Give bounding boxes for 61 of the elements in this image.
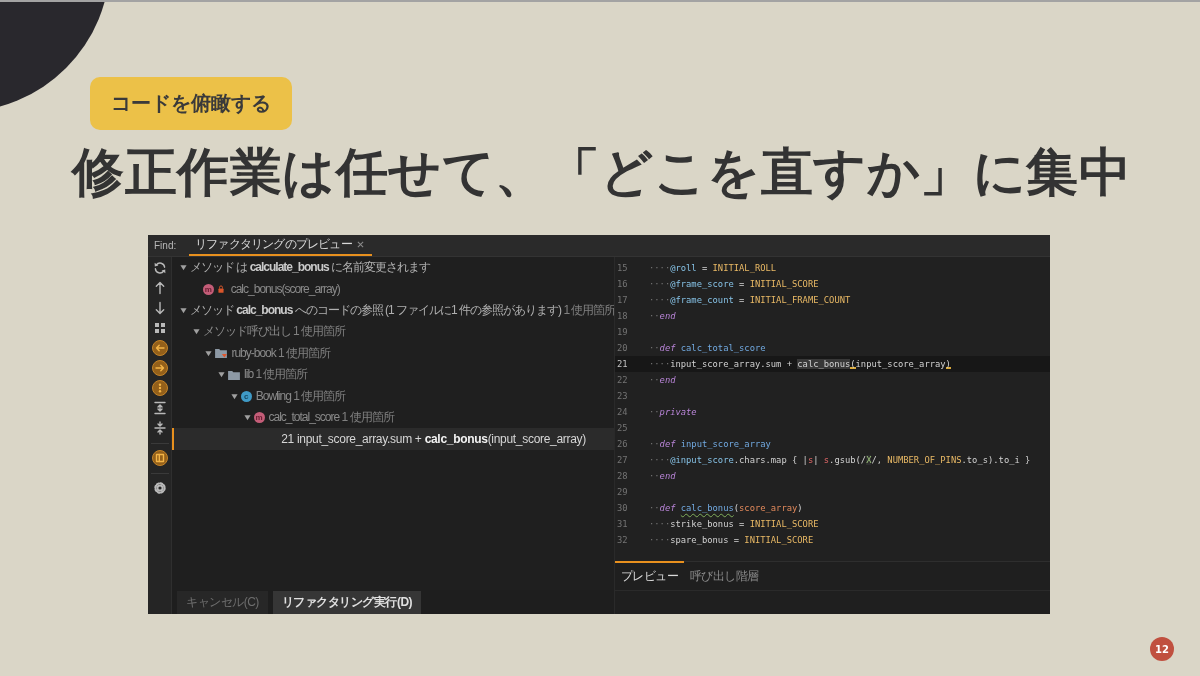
section-label: コードを俯瞰する (90, 77, 292, 130)
disclosure-triangle-icon[interactable] (192, 328, 200, 336)
code-line: ··def calc_bonus(score_array) (649, 503, 803, 513)
tree-item[interactable]: lib 1 使用箇所 (172, 363, 614, 386)
find-label: Find: (153, 239, 178, 253)
code-line: ····@roll = INITIAL_ROLL (649, 263, 777, 273)
page-number: 12 (1150, 637, 1174, 661)
tree-item[interactable]: m calc_bonus(score_array) (172, 278, 614, 300)
code-line: ····spare_bonus = INITIAL_SCORE (649, 535, 814, 545)
line-number: 17 (616, 295, 629, 305)
disclosure-triangle-icon[interactable] (180, 264, 187, 272)
line-number: 31 (616, 519, 629, 529)
code-line: ··def input_score_array (649, 439, 771, 449)
code-line: ····@frame_count = INITIAL_FRAME_COUNT (649, 295, 851, 305)
line-number: 21 (616, 359, 629, 369)
code-line: ··private (649, 407, 697, 417)
line-number: 29 (616, 487, 629, 497)
tree-item[interactable]: メソッド calc_bonus へのコードの参照 (1 ファイルに1 件の参照があります) 1 使用箇所 (172, 299, 614, 322)
code-line: ····@frame_score = INITIAL_SCORE (649, 279, 819, 289)
method-badge: m (202, 283, 214, 295)
disclosure-triangle-icon[interactable] (243, 413, 251, 421)
tree-item[interactable]: m calc_total_score 1 使用箇所 (172, 406, 614, 429)
code-line: ··end (649, 375, 676, 385)
line-number: 18 (616, 311, 629, 321)
code-line: ····strike_bonus = INITIAL_SCORE (649, 519, 819, 529)
code-line: ··def calc_total_score (649, 343, 766, 353)
disclosure-triangle-icon[interactable] (218, 371, 226, 379)
class-badge: c (240, 390, 252, 402)
line-number: 32 (616, 535, 629, 545)
tree-item[interactable]: メソッド呼び出し 1 使用箇所 (172, 321, 614, 343)
refactor-button[interactable]: リファクタリング実行(D) (273, 591, 421, 614)
folder-icon (215, 348, 228, 359)
code-line: ··end (649, 471, 676, 481)
line-number: 26 (616, 439, 629, 449)
tree-item[interactable]: 21 input_score_array.sum + calc_bonus(input_score_array) (172, 428, 614, 450)
code-line: ··end (649, 311, 676, 321)
line-number: 22 (616, 375, 629, 385)
line-number: 23 (616, 391, 629, 401)
line-number: 24 (616, 407, 629, 417)
line-number: 30 (616, 503, 629, 513)
editor-tab[interactable]: 呼び出し階層 (684, 561, 765, 590)
tree-item[interactable]: c Bowling 1 使用箇所 (172, 385, 614, 407)
line-number: 16 (616, 279, 629, 289)
line-number: 25 (616, 423, 629, 433)
cancel-button[interactable]: キャンセル(C) (177, 591, 268, 614)
disclosure-triangle-icon[interactable] (180, 306, 187, 314)
slide-title: 修正作業は任せて、「どこを直すか」に集中 (72, 142, 1131, 202)
folder-icon (228, 369, 241, 380)
line-number: 28 (616, 471, 629, 481)
tree-item[interactable]: ruby-book 1 使用箇所 (172, 342, 614, 364)
method-badge: m (253, 411, 265, 423)
close-icon[interactable] (356, 241, 364, 248)
disclosure-triangle-icon[interactable] (205, 349, 213, 357)
line-number: 19 (616, 327, 629, 337)
line-number: 27 (616, 455, 629, 465)
tree-item[interactable]: メソッド は calculate_bonus に名前変更されます (172, 257, 614, 279)
line-number: 20 (616, 343, 629, 353)
code-line: ····@input_score.chars.map { |s| s.gsub(/X/, NUMBER_OF_PINS.to_s).to_i } (649, 455, 1031, 465)
code-line: ····input_score_array.sum + calc_bonus(input_score_array) (649, 359, 951, 369)
disclosure-triangle-icon[interactable] (230, 392, 238, 400)
line-number: 15 (616, 263, 629, 273)
